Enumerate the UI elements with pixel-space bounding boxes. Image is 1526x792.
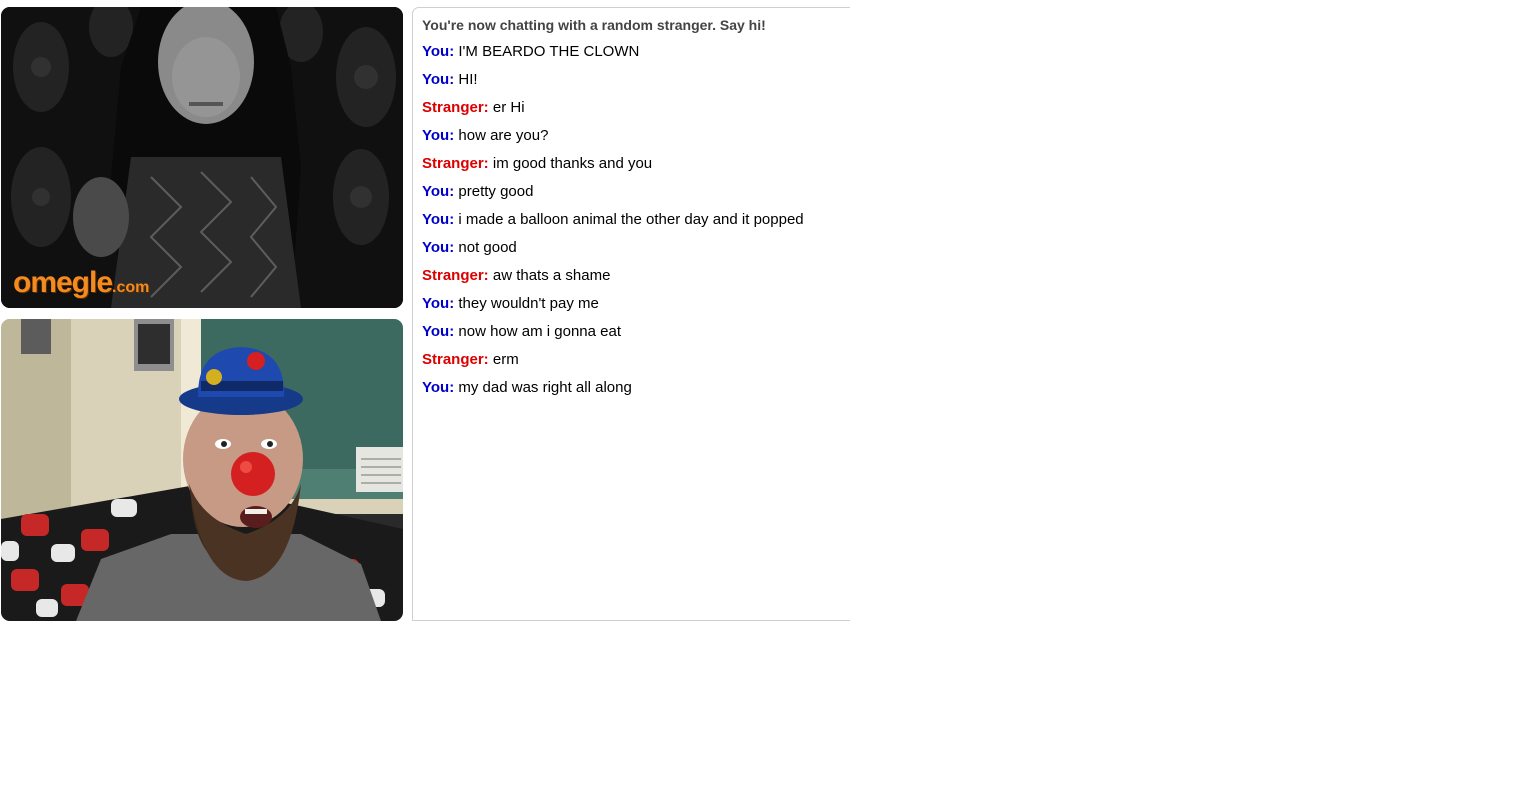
message-text: im good thanks and you — [492, 155, 653, 172]
chat-status-message: You're now chatting with a random strang… — [422, 17, 766, 33]
omegle-logo-text: omegle — [13, 266, 113, 299]
message-text: how are you? — [458, 127, 549, 144]
chat-message: You: I'M BEARDO THE CLOWN — [422, 38, 841, 66]
chat-message: Stranger: aw thats a shame — [422, 262, 841, 290]
chat-message: You: they wouldn't pay me — [422, 290, 841, 318]
chat-message: You: my dad was right all along — [422, 374, 841, 402]
sender-label-you: You: — [422, 295, 455, 312]
sender-label-stranger: Stranger: — [422, 99, 489, 116]
stranger-video: omegle.com — [1, 7, 403, 308]
message-text: aw thats a shame — [492, 267, 611, 284]
sender-label-you: You: — [422, 127, 455, 144]
omegle-logo: omegle.com — [13, 268, 149, 298]
self-video-frame — [1, 319, 403, 621]
sender-label-you: You: — [422, 323, 455, 340]
sender-label-you: You: — [422, 183, 455, 200]
chat-message: Stranger: im good thanks and you — [422, 150, 841, 178]
stranger-video-frame — [1, 7, 403, 308]
message-text: erm — [492, 351, 519, 368]
sender-label-you: You: — [422, 43, 455, 60]
message-text: my dad was right all along — [458, 379, 632, 396]
sender-label-you: You: — [422, 71, 455, 88]
chat-message: Stranger: er Hi — [422, 94, 841, 122]
message-text: i made a balloon animal the other day an… — [458, 211, 804, 228]
message-text: not good — [458, 239, 517, 256]
sender-label-you: You: — [422, 211, 455, 228]
chat-message: You: HI! — [422, 66, 841, 94]
chat-message: You: how are you? — [422, 122, 841, 150]
chat-message: You: i made a balloon animal the other d… — [422, 206, 841, 234]
chat-message: You: pretty good — [422, 178, 841, 206]
sender-label-you: You: — [422, 239, 455, 256]
chat-log[interactable]: You're now chatting with a random strang… — [412, 7, 850, 621]
omegle-logo-suffix: .com — [112, 279, 150, 296]
self-video — [1, 319, 403, 621]
message-text: they wouldn't pay me — [458, 295, 599, 312]
message-text: HI! — [458, 71, 478, 88]
chat-message: You: not good — [422, 234, 841, 262]
message-text: I'M BEARDO THE CLOWN — [458, 43, 640, 60]
sender-label-stranger: Stranger: — [422, 267, 489, 284]
message-text: er Hi — [492, 99, 525, 116]
message-list: You: I'M BEARDO THE CLOWN You: HI! Strange… — [422, 38, 841, 402]
message-text: pretty good — [458, 183, 534, 200]
sender-label-stranger: Stranger: — [422, 351, 489, 368]
chat-message: Stranger: erm — [422, 346, 841, 374]
sender-label-stranger: Stranger: — [422, 155, 489, 172]
sender-label-you: You: — [422, 379, 455, 396]
chat-message: You: now how am i gonna eat — [422, 318, 841, 346]
message-text: now how am i gonna eat — [458, 323, 621, 340]
